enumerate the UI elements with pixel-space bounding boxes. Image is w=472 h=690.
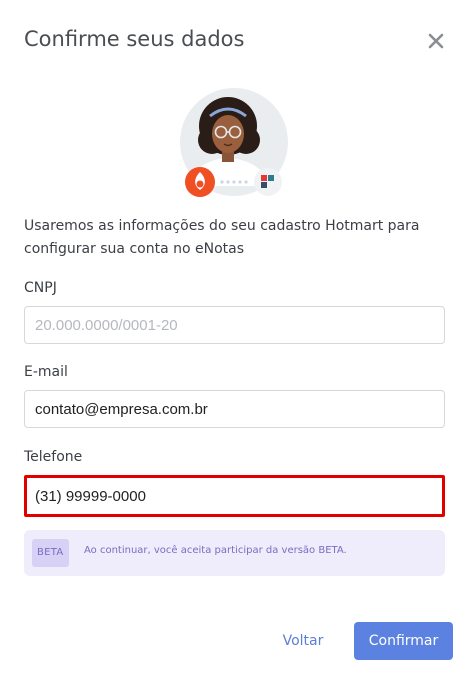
- confirm-data-dialog: Confirme seus dados Usaremos as informaç…: [0, 0, 472, 690]
- intro-text: Usaremos as informações do seu cadastro …: [24, 218, 420, 257]
- cnpj-input[interactable]: [24, 306, 445, 344]
- phone-label: Telefone: [24, 449, 83, 465]
- email-input[interactable]: [24, 390, 445, 428]
- phone-input[interactable]: [24, 475, 445, 517]
- enotas-logo-icon: [254, 168, 282, 196]
- dialog-title: Confirme seus dados: [24, 27, 245, 51]
- beta-notice-text: Ao continuar, você aceita participar da …: [84, 545, 347, 556]
- beta-notice: BETA Ao continuar, você aceita participa…: [24, 530, 445, 576]
- confirm-button[interactable]: Confirmar: [354, 622, 453, 660]
- avatar-illustration: [176, 86, 292, 198]
- cnpj-label: CNPJ: [24, 280, 57, 296]
- back-button[interactable]: Voltar: [270, 622, 336, 660]
- beta-badge: BETA: [32, 539, 69, 567]
- hotmart-logo-icon: [185, 167, 215, 197]
- email-label: E-mail: [24, 364, 68, 380]
- close-icon[interactable]: [426, 31, 446, 51]
